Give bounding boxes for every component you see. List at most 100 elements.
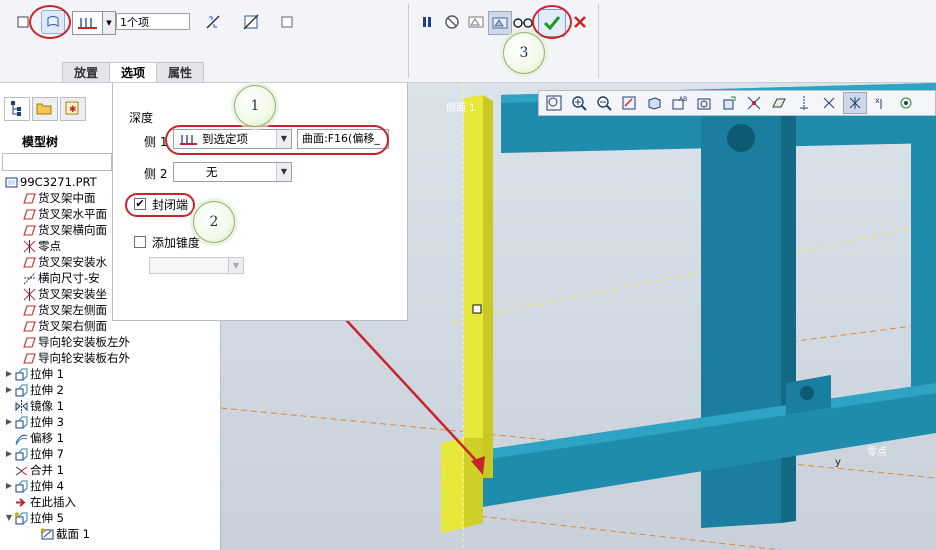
tab-properties[interactable]: 属性 [156,62,205,82]
tree-item[interactable]: 99C3271.PRT [4,174,97,190]
y-axis-label: y [835,457,841,468]
thicken-icon[interactable] [276,11,298,33]
expand-toggle-icon[interactable]: ▶ [4,446,14,462]
depth-option-icon[interactable] [72,11,104,35]
tab-placement[interactable]: 放置 [62,62,111,82]
depth-items-field[interactable]: 1个项 [116,13,190,30]
favorites-tab-icon[interactable]: ✱ [60,97,86,121]
tree-item-label: 拉伸 2 [30,383,64,397]
tree-item[interactable]: ▶ 拉伸 2 [4,382,64,398]
tree-item-label: 导向轮安装板右外 [38,351,130,365]
tree-search-field[interactable] [2,153,112,171]
tree-item[interactable]: 货叉架中面 [22,190,96,206]
tree-item-label: 偏移 1 [30,431,64,445]
add-draft-label: 添加锥度 [152,236,201,250]
tree-item-label: 货叉架水平面 [38,207,107,221]
extrude-icon [14,415,28,429]
tree-item[interactable]: ▶ 拉伸 7 [4,446,64,462]
remove-material-icon[interactable] [240,11,262,33]
expand-toggle-icon[interactable]: ▶ [4,478,14,494]
no-preview-icon[interactable] [441,11,463,33]
refit-icon[interactable] [543,93,565,113]
tree-item[interactable]: ▼ ✱ 拉伸 5 [4,510,64,526]
extrude-icon [14,383,28,397]
tree-item[interactable]: 横向尺寸-安 [22,270,100,286]
side2-label: 侧 2 [144,167,168,181]
tab-options[interactable]: 选项 [109,62,158,82]
flip-direction-icon[interactable] [202,11,224,33]
tree-item-label: 镜像 1 [30,399,64,413]
csys-display-icon[interactable] [843,92,867,114]
tree-item[interactable]: 导向轮安装板右外 [22,350,130,366]
svg-text:✱: ✱ [69,105,77,115]
svg-text:x: x [875,96,880,105]
annotation-display-icon[interactable]: x [870,93,892,113]
tree-item[interactable]: 在此插入 [4,494,76,510]
datum-axis-icon [22,271,36,285]
display-style-icon[interactable] [643,93,665,113]
callout-bubble: 2 [193,201,235,243]
offset-icon [14,431,28,445]
expand-toggle-icon[interactable]: ▶ [4,414,14,430]
chevron-down-icon[interactable]: ▼ [228,258,243,273]
tree-item[interactable]: 货叉架左侧面 [22,302,107,318]
tree-item[interactable]: ▶ 拉伸 4 [4,478,64,494]
datum-planes-icon[interactable] [743,93,765,113]
side2-depth-value: 无 [206,165,218,179]
tree-item-label: 截面 1 [56,527,90,541]
expand-toggle-icon[interactable]: ▶ [4,382,14,398]
expand-toggle-icon[interactable]: ▶ [4,366,14,382]
zoom-out-icon[interactable] [593,93,615,113]
zoom-in-icon[interactable] [568,93,590,113]
callout-bubble: 1 [234,85,276,127]
tree-item[interactable]: 镜像 1 [4,398,64,414]
highlight-ring [125,193,195,217]
tree-item[interactable]: 货叉架安装坐 [22,286,107,302]
tree-item[interactable]: 导向轮安装板左外 [22,334,130,350]
tree-item-label: 货叉架安装坐 [38,287,107,301]
mirror-icon [14,399,28,413]
side2-depth-select[interactable]: 无 ▼ [173,162,292,182]
tree-item[interactable]: ▶ 拉伸 1 [4,366,64,382]
repaint-icon[interactable] [618,93,640,113]
tree-item-label: 99C3271.PRT [20,175,97,189]
preview-connected-icon[interactable] [488,11,512,35]
folder-browser-tab-icon[interactable] [32,97,58,121]
tree-item[interactable]: 货叉架横向面 [22,222,107,238]
tree-item[interactable]: 零点 [22,238,61,254]
add-draft-checkbox[interactable] [134,236,146,248]
svg-text:✱: ✱ [15,512,20,519]
tree-item-label: 货叉架左侧面 [38,303,107,317]
chevron-down-icon[interactable]: ▼ [276,163,291,181]
cancel-x-icon[interactable] [569,11,591,33]
pause-icon[interactable] [416,11,438,33]
tree-item[interactable]: 货叉架右侧面 [22,318,107,334]
tree-item[interactable]: 货叉架水平面 [22,206,107,222]
tree-item[interactable]: 偏移 1 [4,430,64,446]
model-tree-tab-icon[interactable] [4,97,30,121]
datum-axis-display-icon[interactable] [793,93,815,113]
highlight-ring [532,5,572,39]
verify-preview-icon[interactable] [512,11,534,33]
tree-item-label: 横向尺寸-安 [38,271,100,285]
datum-plane-display-icon[interactable] [768,93,790,113]
view-toolbar: AB x [538,90,936,116]
tree-item[interactable]: ▶ 拉伸 3 [4,414,64,430]
csys-icon [22,239,36,253]
datum-point-display-icon[interactable] [818,93,840,113]
view-manager-icon[interactable] [693,93,715,113]
expand-toggle-icon[interactable]: ▼ [4,510,14,526]
merge-icon [14,463,28,477]
tree-item[interactable]: 合并 1 [4,462,64,478]
tree-item-label: 在此插入 [30,495,76,509]
depth-dropdown-arrow-icon[interactable]: ▼ [102,11,116,35]
datum-plane-icon [22,335,36,349]
perspective-icon[interactable] [718,93,740,113]
preview-separate-icon[interactable] [465,11,487,33]
saved-views-icon[interactable]: AB [668,93,690,113]
spin-center-icon[interactable] [895,93,917,113]
tree-item[interactable]: ✱ 截面 1 [40,526,90,542]
ribbon-divider [598,4,599,78]
tree-item[interactable]: 货叉架安装水 [22,254,107,270]
draft-angle-field[interactable]: ▼ [149,257,244,274]
